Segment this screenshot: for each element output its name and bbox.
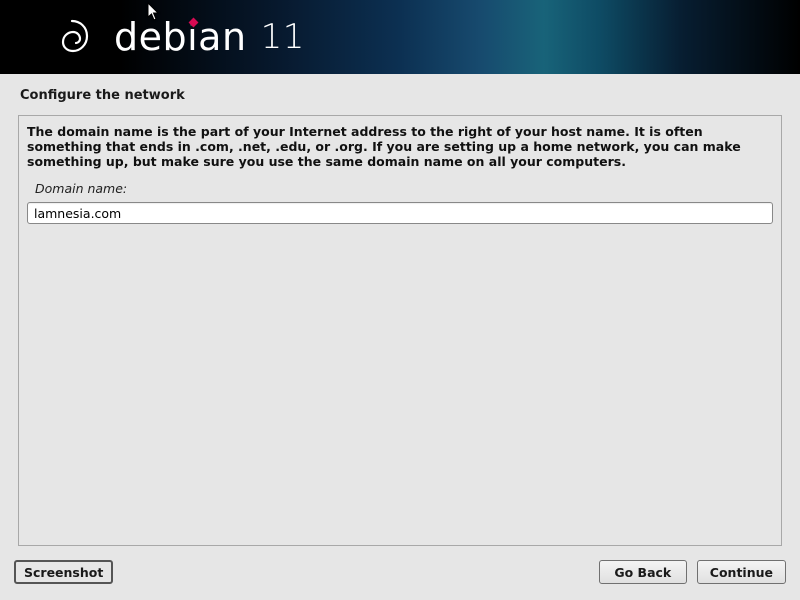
content-area: Configure the network The domain name is… [0,74,800,556]
brand-dot-icon [189,18,199,28]
domain-name-input[interactable] [27,202,773,224]
screenshot-button[interactable]: Screenshot [14,560,113,584]
installer-header: debian 11 [0,0,800,74]
main-panel: The domain name is the part of your Inte… [18,115,782,546]
domain-name-label: Domain name: [35,181,773,196]
debian-swirl-logo [50,15,94,59]
brand-text: debian 11 [114,15,305,59]
continue-button[interactable]: Continue [697,560,786,584]
description-text: The domain name is the part of your Inte… [27,124,773,169]
brand-version: 11 [261,17,305,57]
button-bar: Screenshot Go Back Continue [0,556,800,600]
go-back-button[interactable]: Go Back [599,560,687,584]
section-title: Configure the network [18,88,782,103]
nav-buttons: Go Back Continue [599,560,786,584]
brand-name: debian [114,15,247,59]
